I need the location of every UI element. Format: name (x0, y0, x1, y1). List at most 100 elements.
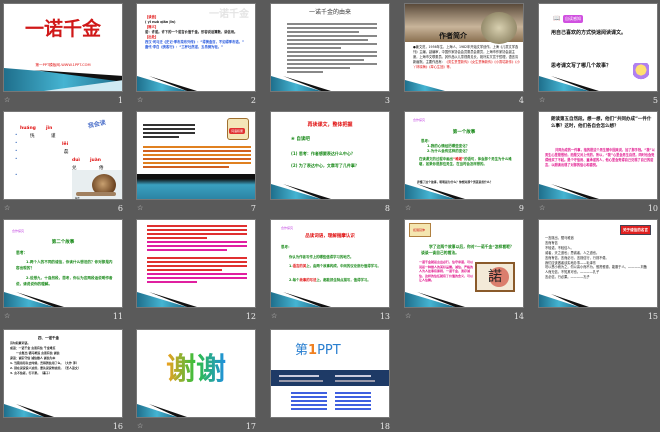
calligraphy-image: 諾 (475, 262, 515, 292)
slide-thumbnail-12[interactable]: 12 (136, 219, 266, 327)
link-list (335, 390, 371, 412)
point-2-text: 上，都能抓住特点描写，值得学习。 (316, 278, 371, 282)
slide-number: 5 (652, 96, 658, 105)
animation-icon[interactable]: ☆ (4, 313, 12, 320)
slide-thumbnail-8[interactable]: 再读课文，整体把握 ❀ 自读吧 (1) 思考：作者想要表达什么中心？ (2) 为… (270, 111, 400, 219)
slide-number: 16 (112, 422, 123, 431)
point-2-highlight: 故事的写法 (299, 278, 317, 282)
slide-number: 13 (379, 312, 390, 321)
swoosh-decoration (405, 184, 465, 199)
slide-thumbnail-14[interactable]: 拓展延伸 学了这两个故事以后，你对“一诺千金”怎样看呢？谈谈一谈自己的看法。 一… (404, 219, 534, 327)
animation-icon[interactable]: ☆ (137, 205, 145, 212)
animation-icon[interactable]: ☆ (539, 97, 547, 104)
slide-3[interactable]: 一诺千金的由来 (270, 3, 390, 92)
slide-thumbnail-18[interactable]: 第1PPT 18 (270, 329, 400, 432)
slide-14[interactable]: 拓展延伸 学了这两个故事以后，你对“一诺千金”怎样看呢？谈谈一谈自己的看法。 一… (404, 219, 524, 308)
slide-18[interactable]: 第1PPT (270, 329, 390, 418)
slide-number: 12 (245, 312, 256, 321)
slide-15[interactable]: 关于诚信的名言 一言既出，驷马难追 言而有信 不轻诺，不轻信人。 诚者，天之道也… (538, 219, 658, 308)
animation-icon[interactable]: ☆ (271, 313, 279, 320)
slide-thumbnail-13[interactable]: 合作探究 品读词语，理解揣摩认识 思考： 你认为作者写作上的哪些值得学习的地方。… (270, 219, 400, 327)
slide-12[interactable] (136, 219, 256, 308)
slide-10[interactable]: 朗读第五自然段。想一想，他们“共同办成”一件什么事？这时，他们各自会怎么想？ 共… (538, 111, 658, 200)
slide-thumbnail-11[interactable]: 合作探究 第二个故事 思考： 1.两个人的不同的诚信，你读什么想法的？你对那是内… (3, 219, 133, 327)
think-label: 思考： (16, 250, 28, 255)
image-caption: 蜗牛 (75, 197, 81, 200)
animation-icon[interactable]: ☆ (405, 205, 413, 212)
question-1: (1) 思考：作者想要表达什么中心？ (291, 151, 355, 156)
think-label: 思考： (281, 245, 292, 249)
slide-thumbnail-5[interactable]: 📖 自读感知 用自己喜欢的方式快速阅读课文。 思考课文写了哪几个故事？ ☆ 5 (538, 3, 660, 111)
slide-16[interactable]: 四、一诺千金 诗句积累词语。 成语：一诺千金 言而有信 千金难买 一言既出 驷马… (3, 329, 123, 418)
logo-part: 1 (308, 343, 318, 358)
slide-11[interactable]: 合作探究 第二个故事 思考： 1.两个人的不同的诚信，你读什么想法的？你对那是内… (3, 219, 123, 308)
pinyin-juan: juàn (90, 158, 101, 163)
slide-7[interactable]: 词语积累 (136, 111, 256, 200)
question-2: 2.设想九，十自然段，思考，你认为这两段话说明作者说，请说说你的理解。 (16, 276, 113, 286)
slide-title: 品读词语，理解揣摩认识 (305, 234, 355, 239)
pinyin-huang: huáng (20, 126, 36, 131)
section-badge: 自读感知 (563, 15, 583, 23)
question-2: 2.为什么会有这样的变化？ (427, 149, 470, 153)
slide-title: 一诺千金的由来 (308, 9, 351, 16)
info-band (271, 370, 389, 386)
badge-image: 词语积累 (227, 118, 249, 140)
question: 学了这两个故事以后，你对“一诺千金”怎样看呢？谈谈一谈自己的看法。 (421, 244, 514, 255)
slide-2[interactable]: 一诺千金 【读音】 ( yī nuò qiān jīn) 【释义】 诺：许诺。许… (136, 3, 256, 92)
animation-icon[interactable]: ☆ (4, 97, 12, 104)
animation-icon[interactable]: ☆ (137, 423, 145, 430)
slide-number: 3 (384, 96, 390, 105)
slide-number: 18 (379, 422, 390, 431)
slide-13[interactable]: 合作探究 品读词语，理解揣摩认识 思考： 你认为作者写作上的哪些值得学习的地方。… (270, 219, 390, 308)
text-line: 3. 言不信者，行不果。（墨子） (10, 371, 52, 375)
subheading: ❀ 自读吧 (291, 137, 310, 142)
slide-thumbnail-4[interactable]: 作者简介 ●姜文范，1956年生，上海人，1982年开始文学创作。上海《儿童文学… (404, 3, 534, 111)
section-badge: 合作探究 (12, 229, 25, 233)
slide-number: 8 (384, 204, 390, 213)
animation-icon[interactable]: ☆ (137, 97, 145, 104)
slide-thumbnail-3[interactable]: 一诺千金的由来 3 (270, 3, 400, 111)
slide-9[interactable]: 合作探究 第一个故事 思考： 1.我的心情经历哪些变化？ 2.为什么会有这样的变… (404, 111, 524, 200)
section-badge: 拓展延伸 (413, 228, 426, 232)
slide-thumbnail-9[interactable]: 合作探究 第一个故事 思考： 1.我的心情经历哪些变化？ 2.为什么会有这样的变… (404, 111, 534, 219)
read-label: 我会读 (87, 119, 107, 130)
animation-icon[interactable]: ☆ (4, 205, 12, 212)
slide-thumbnail-16[interactable]: 四、一诺千金 诗句积累词语。 成语：一诺千金 言而有信 千金难买 一言既出 驷马… (3, 329, 133, 432)
char-huang: 恍 (30, 134, 35, 139)
slide-1[interactable]: 一诺千金 第一PPT模板网-WWW.1PPT.COM (3, 3, 123, 92)
pinyin-lei: lěi (62, 142, 69, 147)
cartoon-mascot-image (633, 63, 649, 83)
blue-band-decoration (137, 174, 255, 199)
source-text-2: 唐代·李白《侠客行》：“三杯吐然诺，五岳倒为轻。” (145, 45, 224, 49)
footer-question: 弄懂了这个故事，明明是为什么？你想对那个男孩说些什么？ (417, 180, 493, 184)
char-jin: 谨 (51, 134, 56, 139)
slide-thumbnail-17[interactable]: 谢谢 ☆ 17 (136, 329, 266, 432)
calligraphy-glyph: 諾 (488, 269, 502, 285)
slide-6[interactable]: 我会读 huáng jǐn 恍 谨 lěi 磊 duì juàn 兑 倦 • • •… (3, 111, 123, 200)
slide-thumbnail-2[interactable]: 一诺千金 【读音】 ( yī nuò qiān jīn) 【释义】 诺：许诺。许… (136, 3, 266, 111)
slide-4[interactable]: 作者简介 ●姜文范，1956年生，上海人，1982年开始文学创作。上海《儿童文学… (404, 3, 524, 92)
logo: 第1PPT (295, 344, 341, 358)
bullet-list: • • • • • (15, 132, 18, 177)
slide-thumbnail-7[interactable]: 词语积累 ☆ 7 (136, 111, 266, 219)
pinyin-dui: duì (72, 158, 80, 163)
animation-icon[interactable]: ☆ (539, 205, 547, 212)
slide-number: 11 (112, 312, 123, 321)
slide-title: 一诺千金 (24, 18, 101, 40)
slide-number: 6 (117, 204, 123, 213)
slide-17[interactable]: 谢谢 (136, 329, 256, 418)
slide-5[interactable]: 📖 自读感知 用自己喜欢的方式快速阅读课文。 思考课文写了哪几个故事？ (538, 3, 658, 92)
slide-8[interactable]: 再读课文，整体把握 ❀ 自读吧 (1) 思考：作者想要表达什么中心？ (2) 为… (270, 111, 390, 200)
highlight-word: “难堪” (452, 157, 465, 161)
logo-part: PPT (317, 343, 341, 358)
slide-thumbnail-10[interactable]: 朗读第五自然段。想一想，他们“共同办成”一件什么事？这时，他们各自会怎么想？ 共… (538, 111, 660, 219)
slide-thumbnail-1[interactable]: 一诺千金 第一PPT模板网-WWW.1PPT.COM ☆ 1 (3, 3, 133, 111)
animation-icon[interactable]: ☆ (405, 313, 413, 320)
slide-thumbnail-6[interactable]: 我会读 huáng jǐn 恍 谨 lěi 磊 duì juàn 兑 倦 • • •… (3, 111, 133, 219)
swoosh-decoration (4, 68, 122, 91)
point-2-prefix: 2.每个 (289, 278, 300, 282)
question-1: 用自己喜欢的方式快速阅读课文。 (551, 30, 627, 36)
answer-text: 共同办成的一件事，指的是这个男生替中国来说，加了那手钱。“我”以男生心里是很怕，… (545, 148, 655, 167)
slide-thumbnail-15[interactable]: 关于诚信的名言 一言既出，驷马难追 言而有信 不轻诺，不轻信人。 诚者，天之道也… (538, 219, 660, 327)
slide-number: 17 (245, 422, 256, 431)
